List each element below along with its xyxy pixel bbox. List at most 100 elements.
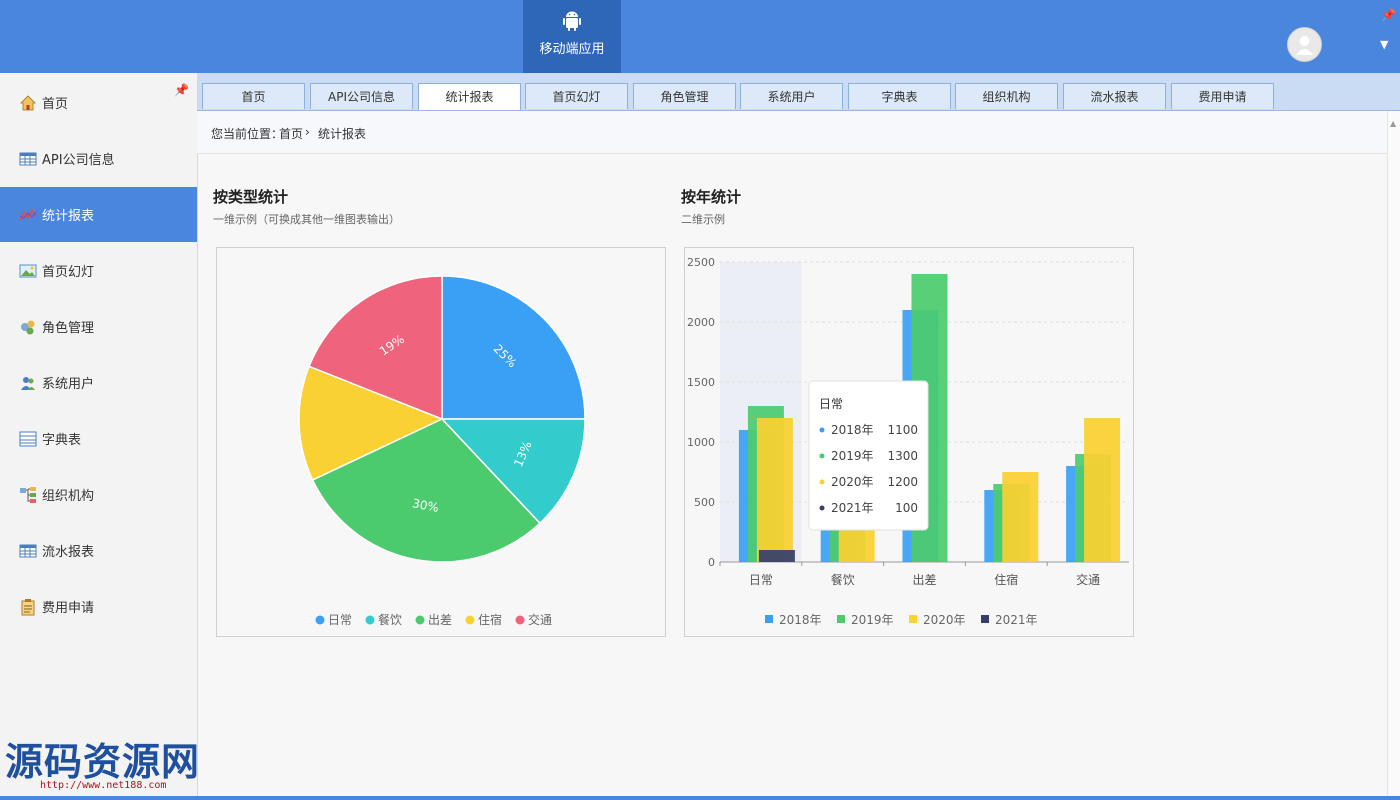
roles-icon (21, 320, 35, 334)
tooltip-value: 1100 (887, 423, 918, 437)
tab-api-company[interactable]: API公司信息 (310, 83, 413, 109)
scroll-up-icon[interactable]: ▲ (1390, 119, 1396, 128)
sidebar-item-label: 字典表 (42, 433, 82, 448)
bar-chart[interactable]: 05001000150020002500日常 餐饮 出差 住宿 交通日常2018年 110… (685, 248, 1133, 636)
breadcrumb-prefix: 您当前位置： (211, 127, 284, 141)
sidebar-item-flow-report[interactable]: 流水报表 (0, 523, 197, 578)
sidebar: 📌 首页 API公司信息 统计报表 首页幻灯 角色管理 系统用户 字典表 组织机… (0, 73, 198, 800)
pie-chart[interactable]: 25%13%30%19%日常 餐饮 出差 住宿 交通 (217, 248, 665, 636)
sidebar-item-label: API公司信息 (42, 153, 115, 168)
section-subtitle-by-year: 二维示例 (681, 213, 725, 226)
bar[interactable] (1084, 418, 1121, 562)
sidebar-item-organization[interactable]: 组织机构 (0, 467, 197, 522)
tab-stat-report[interactable]: 统计报表 (418, 83, 521, 110)
tab-sys-users[interactable]: 系统用户 (740, 83, 843, 109)
pie-legend-marker[interactable] (515, 615, 525, 625)
watermark-logo: 源码资源网 (5, 739, 201, 784)
tab-dictionary[interactable]: 字典表 (848, 83, 951, 109)
sidebar-item-dictionary[interactable]: 字典表 (0, 411, 197, 466)
pie-legend-label[interactable]: 出差 (428, 613, 452, 627)
tooltip-series-name: 2021年 (831, 501, 874, 515)
home-icon (20, 94, 36, 110)
tooltip-value: 100 (895, 501, 918, 515)
list-table-icon (19, 431, 37, 446)
sidebar-item-label: 统计报表 (42, 209, 95, 224)
tab-flow-report[interactable]: 流水报表 (1063, 83, 1166, 109)
vertical-scrollbar[interactable]: ▲ (1387, 111, 1400, 800)
pie-legend-label[interactable]: 日常 (328, 613, 352, 627)
tab-home[interactable]: 首页 (202, 83, 305, 109)
tooltip-value: 1300 (887, 449, 918, 463)
top-bar: 移动端应用 📌 ▼ (0, 0, 1400, 73)
table-icon (19, 152, 37, 165)
chart-line-icon (19, 208, 37, 220)
pie-legend-marker[interactable] (415, 615, 425, 625)
pie-slice[interactable] (441, 275, 586, 420)
tab-roles[interactable]: 角色管理 (633, 83, 736, 109)
main-content: 按类型统计 一维示例（可换成其他一维图表输出） 按年统计 二维示例 25% 13%… (198, 154, 1384, 800)
y-tick-label: 2500 (687, 256, 715, 269)
sidebar-item-roles[interactable]: 角色管理 (0, 299, 197, 354)
pie-legend-label[interactable]: 餐饮 (378, 612, 402, 627)
pie-legend-marker[interactable] (465, 615, 475, 625)
org-tree-icon (20, 486, 36, 503)
sidebar-item-api-company[interactable]: API公司信息 (0, 131, 197, 186)
bar-legend-label[interactable]: 2020年 (923, 613, 966, 627)
y-tick-label: 0 (708, 556, 715, 569)
y-tick-label: 1000 (687, 436, 715, 449)
sidebar-item-label: 首页幻灯 (42, 265, 95, 280)
bar[interactable] (758, 550, 795, 562)
section-title-by-type: 按类型统计 (213, 188, 289, 206)
tooltip-title: 日常 (819, 397, 843, 411)
mobile-app-label: 移动端应用 (539, 42, 605, 57)
sidebar-item-expense[interactable]: 费用申请 (0, 579, 197, 634)
bar-legend-marker[interactable] (909, 615, 917, 623)
y-tick-label: 500 (694, 496, 715, 509)
section-title-by-year: 按年统计 (681, 188, 742, 206)
bar-chart-panel: 0 500 1000 1500 2000 2500 日常 餐饮 出差 住宿 交通 日常 2018年 110… (684, 247, 1134, 637)
sidebar-item-label: 角色管理 (42, 321, 95, 336)
x-tick-label: 餐饮 (831, 572, 855, 587)
sidebar-item-home[interactable]: 首页 (0, 75, 197, 130)
tab-organization[interactable]: 组织机构 (955, 83, 1058, 109)
user-icon (1296, 36, 1313, 55)
breadcrumb: 您当前位置： 首页 › 统计报表 (197, 111, 1387, 154)
mobile-app-button[interactable]: 移动端应用 (523, 0, 621, 73)
x-tick-label: 住宿 (994, 572, 1018, 587)
user-avatar[interactable] (1287, 27, 1322, 62)
sidebar-item-stat-report[interactable]: 统计报表 (0, 187, 197, 242)
breadcrumb-current: 统计报表 (318, 127, 367, 141)
bar-legend-marker[interactable] (765, 615, 773, 623)
x-tick-label: 交通 (1076, 572, 1100, 587)
pie-legend-label[interactable]: 交通 (528, 612, 552, 627)
tooltip-marker (819, 505, 825, 511)
tab-slides[interactable]: 首页幻灯 (525, 83, 628, 109)
bar-legend-label[interactable]: 2018年 (779, 613, 822, 627)
chevron-down-icon[interactable]: ▼ (1380, 38, 1388, 51)
bar-legend-label[interactable]: 2021年 (995, 613, 1038, 627)
tab-strip: 首页 API公司信息 统计报表 首页幻灯 角色管理 系统用户 字典表 组织机构 … (197, 73, 1400, 111)
pie-legend-marker[interactable] (365, 615, 375, 625)
bar-legend-marker[interactable] (981, 615, 989, 623)
chart-tooltip: 日常 2018年 1100 2019年 1300 2020年 1200 2021年 100 (808, 380, 929, 531)
tab-expense[interactable]: 费用申请 (1171, 83, 1274, 109)
breadcrumb-home-link[interactable]: 首页 (279, 125, 303, 142)
pie-legend-label[interactable]: 住宿 (478, 612, 502, 627)
sidebar-item-sys-users[interactable]: 系统用户 (0, 355, 197, 410)
image-icon (19, 264, 37, 277)
breadcrumb-separator: › (305, 125, 310, 139)
bottom-bar (0, 796, 1400, 800)
x-tick-label: 出差 (912, 573, 936, 587)
section-subtitle-by-type: 一维示例（可换成其他一维图表输出） (213, 213, 400, 226)
bar[interactable] (756, 418, 793, 562)
pin-icon[interactable]: 📌 (1381, 8, 1396, 22)
bar[interactable] (1002, 472, 1039, 562)
sidebar-item-label: 费用申请 (42, 601, 95, 616)
sidebar-item-label: 流水报表 (42, 545, 95, 560)
pie-legend-marker[interactable] (315, 615, 325, 625)
sidebar-item-label: 首页 (42, 97, 69, 112)
bar-legend-label[interactable]: 2019年 (851, 613, 894, 627)
bar-legend-marker[interactable] (837, 615, 845, 623)
sidebar-item-slides[interactable]: 首页幻灯 (0, 243, 197, 298)
tooltip-series-name: 2020年 (831, 475, 874, 489)
